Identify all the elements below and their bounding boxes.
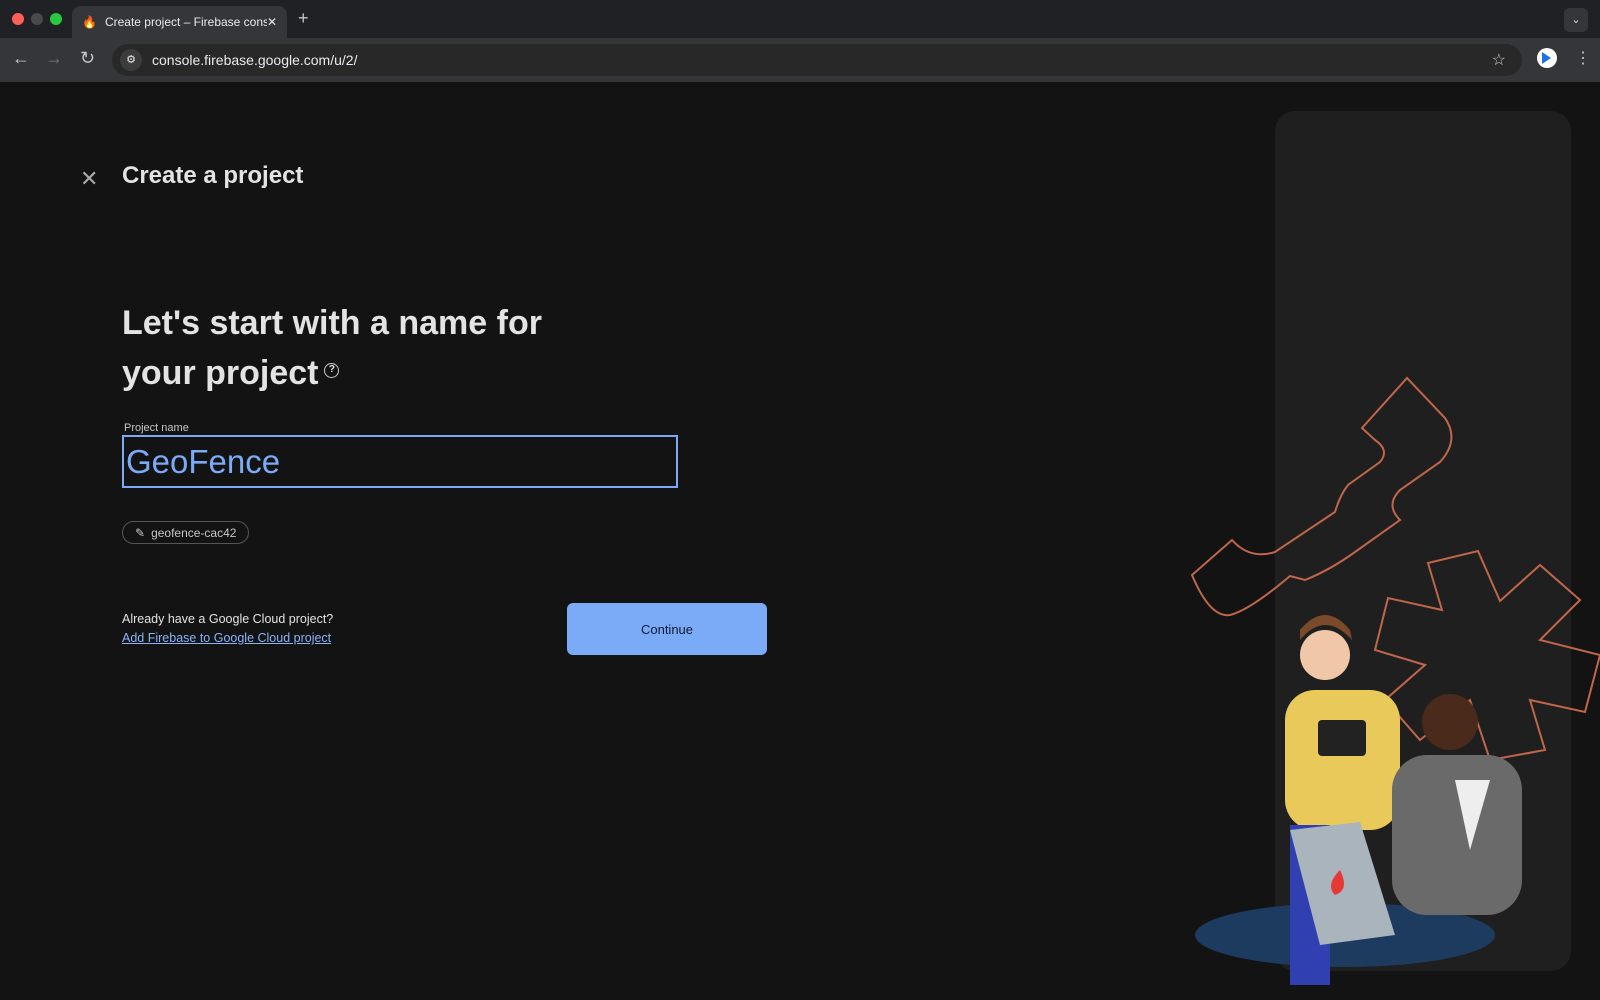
- person-1-head: [1300, 630, 1350, 680]
- project-name-label: Project name: [124, 422, 189, 434]
- project-name-input[interactable]: [122, 435, 678, 488]
- heading-line-1: Let's start with a name for: [122, 304, 542, 342]
- decor-shape-2: [1373, 549, 1600, 762]
- illustration: [1190, 376, 1600, 985]
- close-icon[interactable]: ✕: [80, 166, 98, 192]
- pencil-icon: ✎: [135, 525, 146, 540]
- project-id: geofence-cac42: [151, 525, 237, 540]
- continue-button[interactable]: Continue: [567, 603, 767, 655]
- person-2-head: [1422, 694, 1478, 750]
- heading-line-2: your project: [122, 354, 319, 392]
- help-icon[interactable]: ?: [324, 362, 340, 378]
- person-1-body: [1285, 690, 1400, 830]
- decor-shape-1: [1190, 376, 1453, 617]
- page-title: Create a project: [122, 162, 304, 189]
- person-2-body: [1392, 755, 1522, 915]
- add-firebase-to-cloud-link[interactable]: Add Firebase to Google Cloud project: [122, 631, 331, 645]
- project-id-chip[interactable]: ✎ geofence-cac42: [122, 521, 250, 544]
- existing-project-question: Already have a Google Cloud project?: [122, 612, 334, 626]
- heading: Let's start with a name for your project…: [122, 298, 682, 398]
